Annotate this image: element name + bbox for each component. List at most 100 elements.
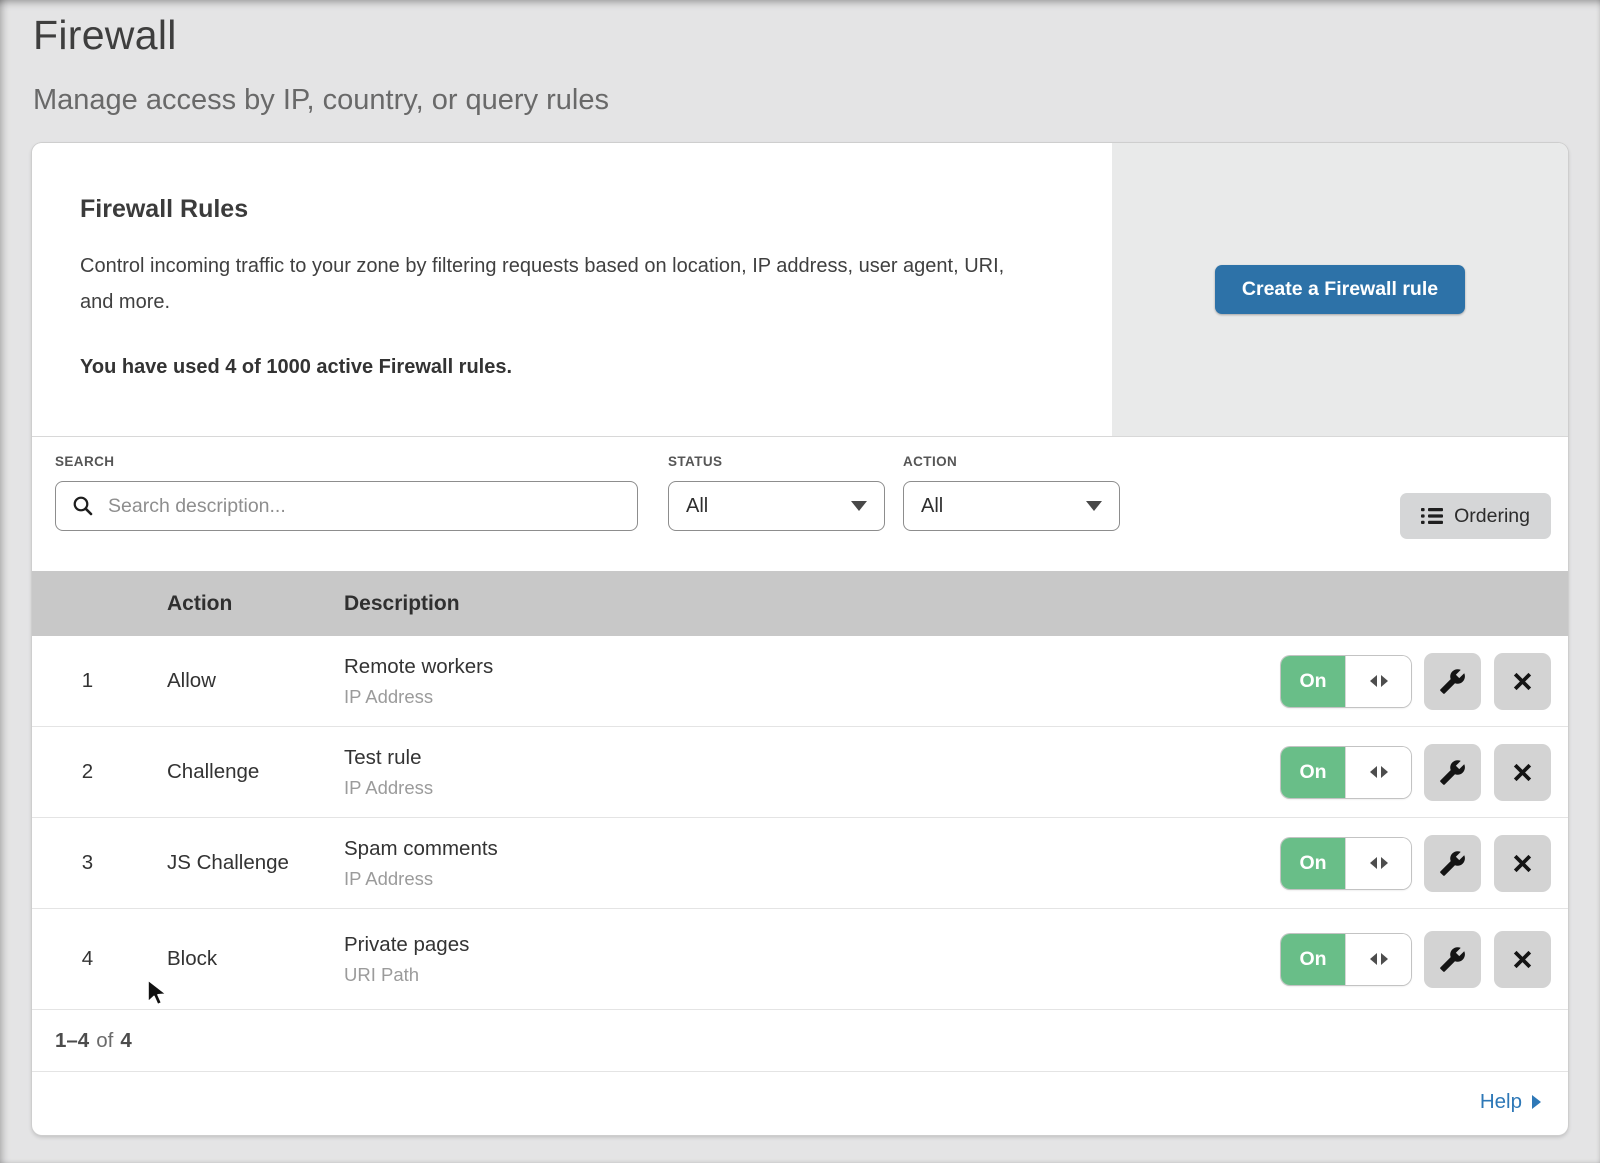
rule-priority: 4 — [32, 947, 167, 971]
search-label: SEARCH — [55, 454, 638, 469]
rule-match-type: IP Address — [344, 686, 1281, 708]
search-input[interactable] — [55, 481, 638, 531]
table-row: 3 JS Challenge Spam comments IP Address … — [32, 818, 1568, 909]
edit-rule-button[interactable] — [1424, 835, 1481, 892]
rule-action: Block — [167, 947, 344, 971]
firewall-rules-card: Firewall Rules Control incoming traffic … — [32, 143, 1568, 1135]
action-select[interactable]: All — [903, 481, 1120, 531]
toggle-on-segment[interactable]: On — [1281, 838, 1345, 889]
edit-rule-button[interactable] — [1424, 653, 1481, 710]
close-icon — [1510, 760, 1535, 785]
arrow-left-icon — [1370, 675, 1377, 687]
rule-description-cell: Test rule IP Address — [344, 746, 1281, 799]
table-header: Action Description — [32, 571, 1568, 636]
description-column-header: Description — [344, 592, 1568, 616]
action-label: ACTION — [903, 454, 1120, 469]
list-icon — [1421, 507, 1443, 525]
rule-action: Challenge — [167, 760, 344, 784]
help-link[interactable]: Help — [1480, 1090, 1541, 1114]
page-subtitle: Manage access by IP, country, or query r… — [33, 84, 1600, 117]
arrow-right-icon — [1381, 857, 1388, 869]
status-select[interactable]: All — [668, 481, 885, 531]
page-header: Firewall Manage access by IP, country, o… — [0, 0, 1600, 117]
arrow-left-icon — [1370, 953, 1377, 965]
rules-usage-count: You have used 4 of 1000 active Firewall … — [80, 356, 1052, 379]
arrow-right-icon — [1381, 766, 1388, 778]
toggle-on-segment[interactable]: On — [1281, 656, 1345, 707]
action-column-header: Action — [167, 592, 344, 616]
close-icon — [1510, 947, 1535, 972]
rule-description: Private pages — [344, 933, 1281, 957]
chevron-down-icon — [851, 501, 867, 511]
status-selected-value: All — [686, 495, 708, 518]
pagination-total: 4 — [120, 1029, 131, 1053]
rules-description: Control incoming traffic to your zone by… — [80, 248, 1025, 320]
rule-enabled-toggle[interactable]: On — [1281, 934, 1411, 985]
action-selected-value: All — [921, 495, 943, 518]
chevron-down-icon — [1086, 501, 1102, 511]
rule-description-cell: Spam comments IP Address — [344, 837, 1281, 890]
page-title: Firewall — [33, 12, 1600, 59]
help-link-label: Help — [1480, 1090, 1522, 1114]
rule-controls: On — [1281, 835, 1551, 892]
arrow-right-icon — [1532, 1095, 1541, 1109]
rule-match-type: URI Path — [344, 964, 1281, 986]
table-row: 4 Block Private pages URI Path On — [32, 909, 1568, 1010]
action-filter-group: ACTION All — [903, 454, 1120, 531]
toggle-drag-handle[interactable] — [1345, 838, 1411, 889]
toggle-drag-handle[interactable] — [1345, 934, 1411, 985]
rule-priority: 1 — [32, 669, 167, 693]
rule-action: JS Challenge — [167, 851, 344, 875]
search-icon — [72, 495, 94, 522]
rules-heading: Firewall Rules — [80, 195, 1052, 224]
edit-rule-button[interactable] — [1424, 744, 1481, 801]
status-filter-group: STATUS All — [668, 454, 885, 531]
rule-controls: On — [1281, 931, 1551, 988]
status-label: STATUS — [668, 454, 885, 469]
delete-rule-button[interactable] — [1494, 931, 1551, 988]
overview-banner: Firewall Rules Control incoming traffic … — [32, 143, 1568, 437]
toggle-on-segment[interactable]: On — [1281, 747, 1345, 798]
create-firewall-rule-button[interactable]: Create a Firewall rule — [1215, 265, 1465, 314]
arrow-left-icon — [1370, 857, 1377, 869]
arrow-right-icon — [1381, 675, 1388, 687]
toggle-drag-handle[interactable] — [1345, 747, 1411, 798]
rule-controls: On — [1281, 653, 1551, 710]
rule-enabled-toggle[interactable]: On — [1281, 747, 1411, 798]
filter-bar: SEARCH STATUS All ACTION All — [32, 437, 1568, 571]
pagination-range: 1–4 — [55, 1029, 89, 1053]
card-footer: Help — [32, 1072, 1568, 1132]
arrow-left-icon — [1370, 766, 1377, 778]
search-box — [55, 481, 638, 531]
toggle-on-segment[interactable]: On — [1281, 934, 1345, 985]
rule-priority: 3 — [32, 851, 167, 875]
rule-enabled-toggle[interactable]: On — [1281, 656, 1411, 707]
rule-priority: 2 — [32, 760, 167, 784]
ordering-button[interactable]: Ordering — [1400, 493, 1551, 539]
wrench-icon — [1439, 946, 1466, 973]
pagination-of: of — [96, 1029, 113, 1053]
rule-controls: On — [1281, 744, 1551, 801]
close-icon — [1510, 851, 1535, 876]
pagination-bar: 1–4 of 4 — [32, 1010, 1568, 1072]
wrench-icon — [1439, 850, 1466, 877]
delete-rule-button[interactable] — [1494, 653, 1551, 710]
arrow-right-icon — [1381, 953, 1388, 965]
rule-description: Remote workers — [344, 655, 1281, 679]
rule-description-cell: Private pages URI Path — [344, 933, 1281, 986]
create-rule-panel: Create a Firewall rule — [1112, 143, 1568, 436]
overview-text-panel: Firewall Rules Control incoming traffic … — [32, 143, 1112, 436]
close-icon — [1510, 669, 1535, 694]
table-row: 2 Challenge Test rule IP Address On — [32, 727, 1568, 818]
delete-rule-button[interactable] — [1494, 744, 1551, 801]
table-row: 1 Allow Remote workers IP Address On — [32, 636, 1568, 727]
rule-match-type: IP Address — [344, 777, 1281, 799]
delete-rule-button[interactable] — [1494, 835, 1551, 892]
toggle-drag-handle[interactable] — [1345, 656, 1411, 707]
edit-rule-button[interactable] — [1424, 931, 1481, 988]
rule-description: Spam comments — [344, 837, 1281, 861]
search-filter-group: SEARCH — [55, 454, 638, 531]
wrench-icon — [1439, 668, 1466, 695]
rule-enabled-toggle[interactable]: On — [1281, 838, 1411, 889]
rule-match-type: IP Address — [344, 868, 1281, 890]
